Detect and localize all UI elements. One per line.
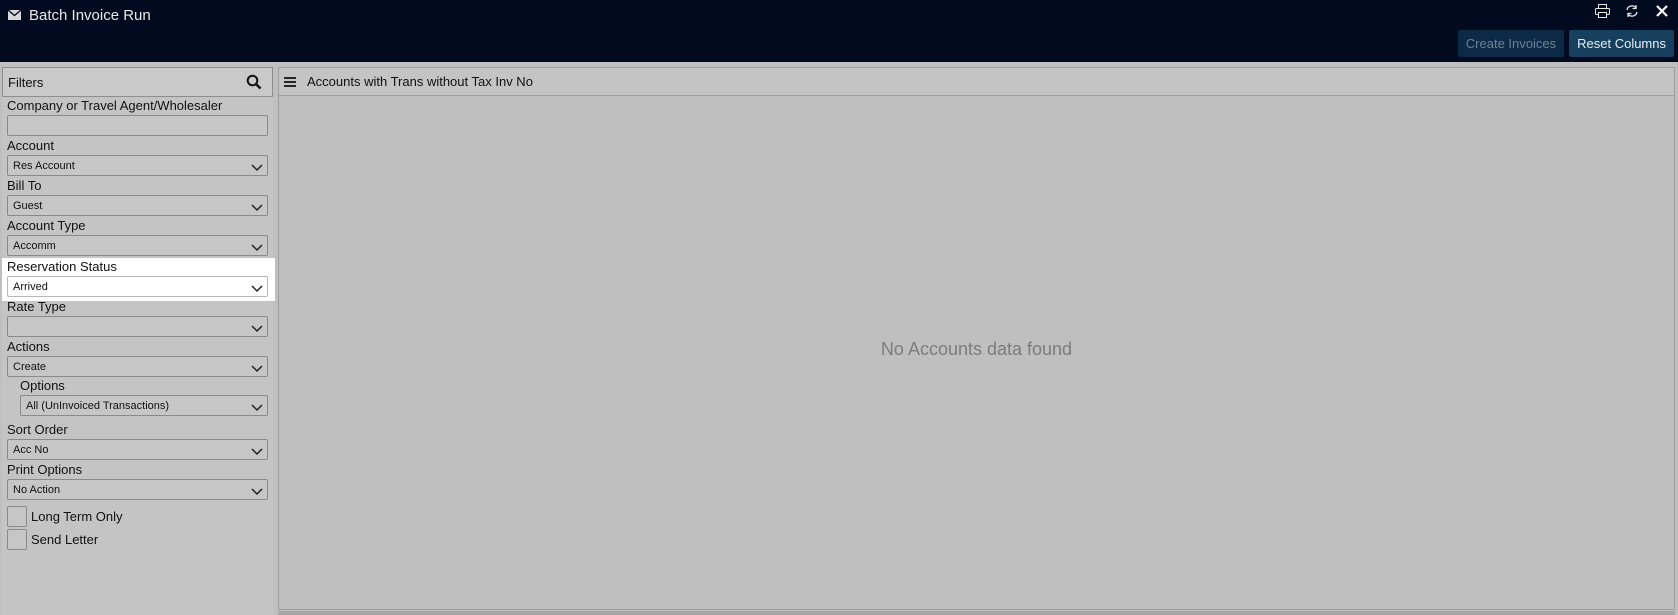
account-type-label: Account Type [7, 218, 86, 233]
print-options-select[interactable]: No Action [7, 479, 268, 500]
panel-title: Accounts with Trans without Tax Inv No [307, 74, 533, 89]
print-options-label: Print Options [7, 462, 83, 477]
bill-to-value: Guest [13, 199, 43, 212]
window-controls [1594, 3, 1670, 19]
reservation-status-label: Reservation Status [7, 259, 117, 274]
create-invoices-button[interactable]: Create Invoices [1457, 30, 1565, 57]
sort-order-select[interactable]: Acc No [7, 439, 268, 460]
rate-type-select[interactable] [7, 316, 268, 337]
refresh-icon[interactable] [1624, 3, 1640, 19]
account-value: Res Account [13, 159, 75, 172]
account-type-value: Accomm [13, 239, 56, 252]
chevron-down-icon [251, 364, 263, 372]
empty-state-message: No Accounts data found [880, 339, 1073, 359]
chevron-down-icon [251, 487, 263, 495]
chevron-down-icon [251, 243, 263, 251]
options-label: Options [20, 378, 65, 393]
actions-value: Create [13, 360, 47, 373]
sort-order-label: Sort Order [7, 422, 68, 437]
sort-order-value: Acc No [13, 443, 49, 456]
actions-select[interactable]: Create [7, 356, 268, 377]
window-title-area: Batch Invoice Run [8, 4, 151, 26]
reservation-status-value: Arrived [13, 280, 48, 293]
horizontal-scrollbar[interactable] [278, 611, 1675, 615]
chevron-down-icon [251, 403, 263, 411]
print-options-value: No Action [13, 483, 61, 496]
bill-to-label: Bill To [7, 178, 42, 193]
chevron-down-icon [251, 324, 263, 332]
panel-header: Accounts with Trans without Tax Inv No [279, 68, 1674, 96]
title-bar: Batch Invoice Run Create Invoices Reset … [0, 0, 1678, 62]
toolbar: Create Invoices Reset Columns [1457, 30, 1674, 57]
chevron-down-icon [251, 447, 263, 455]
reset-columns-button[interactable]: Reset Columns [1569, 30, 1674, 57]
account-type-select[interactable]: Accomm [7, 235, 268, 256]
rate-type-label: Rate Type [7, 299, 67, 314]
long-term-only-label: Long Term Only [31, 509, 123, 524]
send-letter-checkbox[interactable]: Send Letter [7, 529, 98, 550]
long-term-only-checkbox[interactable]: Long Term Only [7, 506, 123, 527]
send-letter-label: Send Letter [31, 532, 99, 547]
reservation-status-select[interactable]: Arrived [7, 276, 268, 297]
company-label: Company or Travel Agent/Wholesaler [7, 98, 223, 113]
chevron-down-icon [251, 163, 263, 171]
hamburger-menu-icon[interactable] [283, 76, 297, 88]
checkbox-box[interactable] [7, 529, 27, 550]
filters-panel: Filters Company or Travel Agent/Wholesal… [2, 67, 275, 615]
filters-title: Filters [8, 74, 44, 90]
print-icon[interactable] [1594, 3, 1610, 19]
checkbox-box[interactable] [7, 506, 27, 527]
filters-header: Filters [2, 67, 273, 97]
accounts-panel: Accounts with Trans without Tax Inv No N… [278, 67, 1675, 610]
search-icon[interactable] [246, 74, 262, 90]
options-value: All (UnInvoiced Transactions) [26, 399, 170, 412]
chevron-down-icon [251, 284, 263, 292]
chevron-down-icon [251, 203, 263, 211]
envelope-icon [8, 10, 21, 20]
window-title: Batch Invoice Run [29, 6, 151, 24]
close-icon[interactable] [1654, 3, 1670, 19]
bill-to-select[interactable]: Guest [7, 195, 268, 216]
company-input[interactable] [7, 115, 268, 136]
options-select[interactable]: All (UnInvoiced Transactions) [20, 395, 268, 416]
actions-label: Actions [7, 339, 50, 354]
account-label: Account [7, 138, 54, 153]
account-select[interactable]: Res Account [7, 155, 268, 176]
